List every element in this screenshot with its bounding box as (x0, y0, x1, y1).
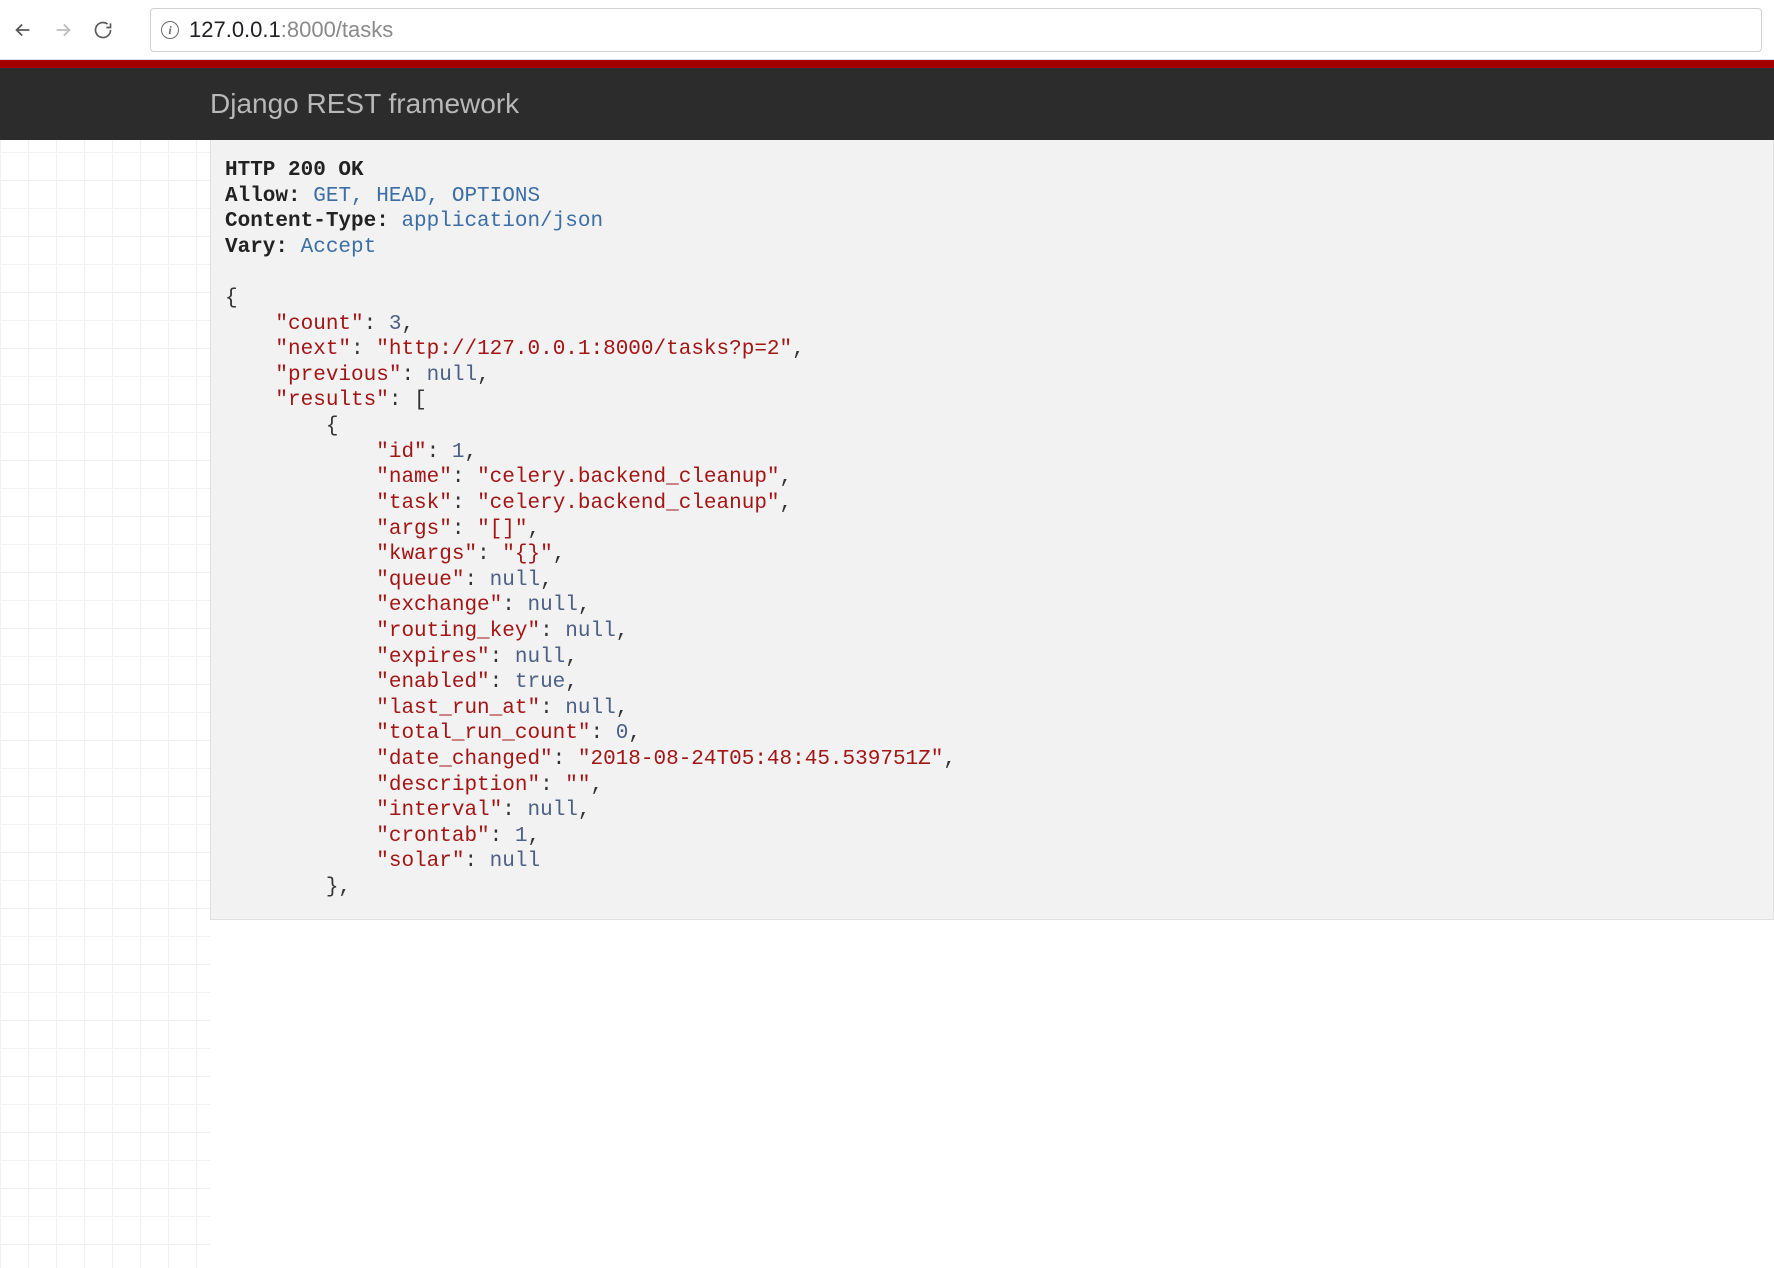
json-value: null (490, 850, 540, 873)
content-wrap: HTTP 200 OK Allow: GET, HEAD, OPTIONS Co… (0, 140, 1774, 920)
json-key: "args" (376, 518, 452, 541)
back-button[interactable] (12, 19, 34, 41)
allow-label: Allow: (225, 185, 301, 208)
content-type-label: Content-Type: (225, 210, 389, 233)
allow-value: GET, HEAD, OPTIONS (313, 185, 540, 208)
json-key: "count" (275, 313, 363, 336)
forward-button[interactable] (52, 19, 74, 41)
json-value: "{}" (502, 543, 552, 566)
site-info-icon[interactable]: i (161, 21, 179, 39)
json-value: 1 (515, 825, 528, 848)
json-value: null (565, 620, 615, 643)
json-key: "interval" (376, 799, 502, 822)
json-key: "next" (275, 338, 351, 361)
accent-bar (0, 60, 1774, 68)
vary-value: Accept (301, 236, 377, 259)
json-value: 1 (452, 441, 465, 464)
json-key: "kwargs" (376, 543, 477, 566)
response-panel: HTTP 200 OK Allow: GET, HEAD, OPTIONS Co… (210, 140, 1774, 920)
json-value: null (490, 569, 540, 592)
json-value: "celery.backend_cleanup" (477, 492, 779, 515)
json-value: null (527, 594, 577, 617)
json-value: 3 (389, 313, 402, 336)
json-key: "task" (376, 492, 452, 515)
json-key: "previous" (275, 364, 401, 387)
json-key: "exchange" (376, 594, 502, 617)
vary-label: Vary: (225, 236, 288, 259)
nav-buttons (12, 19, 114, 41)
json-key: "queue" (376, 569, 464, 592)
json-value: true (515, 671, 565, 694)
json-key: "enabled" (376, 671, 489, 694)
json-value: 0 (616, 722, 629, 745)
url-text: 127.0.0.1:8000/tasks (189, 17, 393, 43)
browser-toolbar: i 127.0.0.1:8000/tasks (0, 0, 1774, 60)
json-value: null (565, 697, 615, 720)
json-key: "routing_key" (376, 620, 540, 643)
drf-brand-link[interactable]: Django REST framework (210, 88, 519, 120)
json-key: "id" (376, 441, 426, 464)
json-value: "celery.backend_cleanup" (477, 466, 779, 489)
content-type-value: application/json (401, 210, 603, 233)
arrow-left-icon (12, 19, 34, 41)
json-key: "date_changed" (376, 748, 552, 771)
json-value: "[]" (477, 518, 527, 541)
json-key: "results" (275, 389, 388, 412)
json-value: "2018-08-24T05:48:45.539751Z" (578, 748, 943, 771)
status-line: HTTP 200 OK (225, 159, 364, 182)
json-key: "name" (376, 466, 452, 489)
json-key: "description" (376, 774, 540, 797)
arrow-right-icon (52, 19, 74, 41)
json-value: "" (565, 774, 590, 797)
json-value: null (515, 646, 565, 669)
json-key: "last_run_at" (376, 697, 540, 720)
json-value: null (527, 799, 577, 822)
json-key: "total_run_count" (376, 722, 590, 745)
reload-icon (93, 20, 113, 40)
json-value: "http://127.0.0.1:8000/tasks?p=2" (376, 338, 792, 361)
json-key: "expires" (376, 646, 489, 669)
drf-header: Django REST framework (0, 68, 1774, 140)
json-key: "solar" (376, 850, 464, 873)
url-bar[interactable]: i 127.0.0.1:8000/tasks (150, 8, 1762, 52)
json-key: "crontab" (376, 825, 489, 848)
json-value: null (427, 364, 477, 387)
reload-button[interactable] (92, 19, 114, 41)
